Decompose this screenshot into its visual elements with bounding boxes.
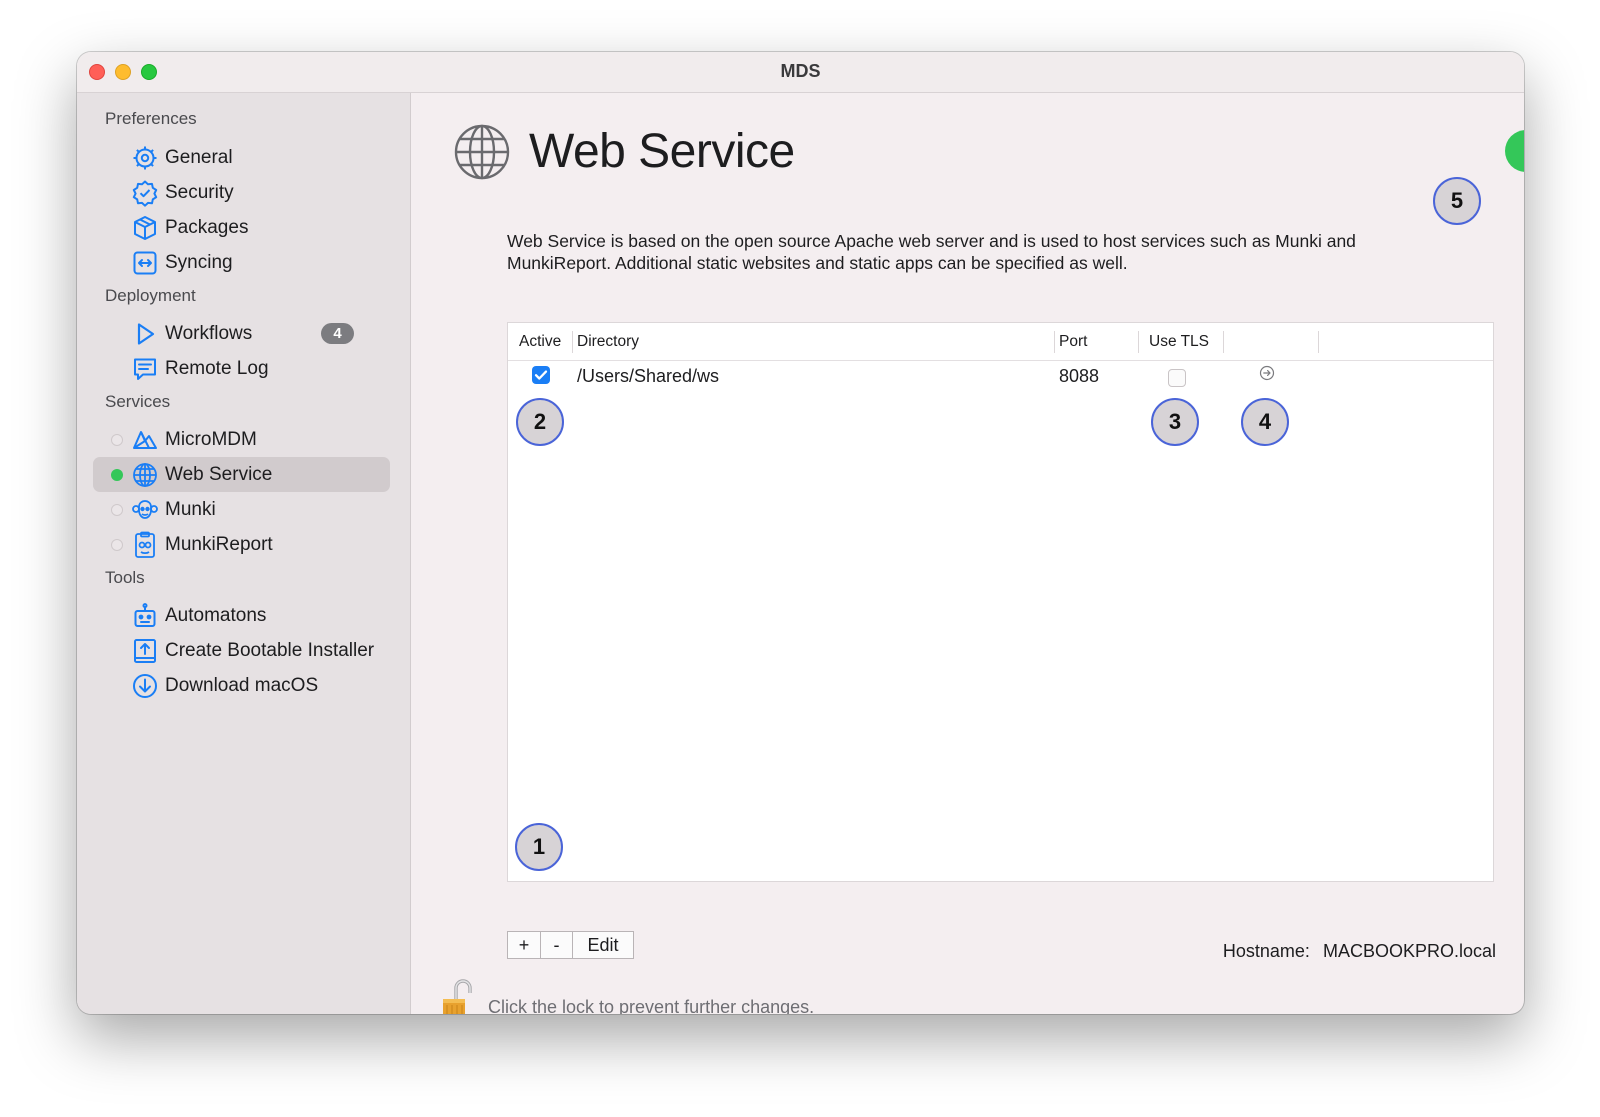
- robot-icon: [134, 603, 156, 627]
- title-bar: MDS: [77, 52, 1524, 93]
- directory-cell: /Users/Shared/ws: [577, 366, 720, 386]
- sidebar-item-label: Create Bootable Installer: [165, 640, 375, 661]
- app-window: MDS Preferences General Security Package…: [77, 52, 1524, 1014]
- port-cell: 8088: [1059, 366, 1100, 386]
- lock-message: Click the lock to prevent further change…: [488, 997, 815, 1014]
- sidebar: Preferences General Security Packages Sy…: [77, 93, 411, 1014]
- section-header-tools: Tools: [105, 568, 145, 587]
- column-header-active[interactable]: Active: [519, 323, 561, 360]
- globe-icon: [133, 463, 157, 487]
- sidebar-item-label: Security: [165, 182, 234, 203]
- callout-4: 4: [1241, 398, 1289, 446]
- remove-button[interactable]: -: [541, 932, 573, 958]
- status-indicator-on: [111, 469, 123, 481]
- munkireport-icon: [135, 531, 155, 558]
- sidebar-item-create-bootable-installer[interactable]: Create Bootable Installer: [93, 633, 390, 668]
- gear-icon: [133, 146, 157, 170]
- globe-icon: [454, 124, 510, 180]
- sidebar-item-label: Syncing: [165, 252, 233, 273]
- sidebar-item-label: Automatons: [165, 605, 267, 626]
- callout-2: 2: [516, 398, 564, 446]
- callout-3: 3: [1151, 398, 1199, 446]
- status-indicator-off: [111, 504, 123, 516]
- download-icon: [133, 674, 157, 698]
- sidebar-item-label: Workflows: [165, 323, 253, 344]
- section-header-deployment: Deployment: [105, 286, 196, 305]
- column-separator: [1318, 331, 1319, 353]
- column-header-use-tls[interactable]: Use TLS: [1149, 323, 1209, 360]
- directory-table[interactable]: Active Directory Port Use TLS /Users/Sha…: [507, 322, 1494, 882]
- workflows-count-badge: 4: [321, 323, 354, 344]
- hostname-value: MACBOOKPRO.local: [1322, 941, 1496, 961]
- window-title: MDS: [780, 61, 821, 81]
- status-indicator-off: [111, 434, 123, 446]
- sidebar-item-workflows[interactable]: Workflows 4: [93, 316, 390, 351]
- edit-button[interactable]: Edit: [573, 932, 633, 958]
- sidebar-item-label: Download macOS: [165, 675, 319, 696]
- sidebar-item-micromdm[interactable]: MicroMDM: [93, 422, 390, 457]
- add-button[interactable]: +: [508, 932, 541, 958]
- sync-icon: [133, 251, 157, 275]
- sidebar-item-label: MicroMDM: [165, 429, 257, 450]
- sidebar-item-label: Packages: [165, 217, 249, 238]
- installer-icon: [134, 639, 156, 663]
- service-enable-toggle[interactable]: [1505, 130, 1524, 172]
- use-tls-checkbox[interactable]: [1168, 369, 1186, 387]
- sidebar-item-security[interactable]: Security: [93, 175, 390, 210]
- table-button-bar: + - Edit: [507, 931, 634, 959]
- page-title: Web Service: [529, 125, 795, 178]
- sidebar-item-automatons[interactable]: Automatons: [93, 598, 390, 633]
- main-panel: Web Service 5 Web Service is based on th…: [411, 93, 1524, 1014]
- sidebar-item-packages[interactable]: Packages: [93, 210, 390, 245]
- sidebar-item-label: Munki: [165, 499, 216, 520]
- shield-check-icon: [132, 180, 158, 207]
- column-separator: [1054, 331, 1055, 353]
- hostname-display: Hostname: MACBOOKPRO.local: [1223, 941, 1496, 962]
- sidebar-item-remote-log[interactable]: Remote Log: [93, 351, 390, 386]
- sidebar-item-general[interactable]: General: [93, 140, 390, 175]
- sidebar-item-label: MunkiReport: [165, 534, 273, 555]
- column-header-port[interactable]: Port: [1059, 323, 1087, 360]
- column-separator: [1223, 331, 1224, 353]
- column-header-directory[interactable]: Directory: [577, 323, 639, 360]
- column-separator: [572, 331, 573, 353]
- sidebar-item-munki[interactable]: Munki: [93, 492, 390, 527]
- column-separator: [1138, 331, 1139, 353]
- package-icon: [134, 216, 156, 240]
- unlocked-lock-icon[interactable]: [441, 979, 475, 1014]
- sidebar-item-label: Web Service: [165, 464, 273, 485]
- sidebar-item-download-macos[interactable]: Download macOS: [93, 668, 390, 703]
- sidebar-item-web-service[interactable]: Web Service: [93, 457, 390, 492]
- arrow-right-circle-icon[interactable]: [1259, 365, 1275, 381]
- active-checkbox[interactable]: [532, 366, 550, 384]
- play-icon: [137, 323, 155, 345]
- sidebar-item-label: General: [165, 147, 233, 168]
- hostname-label: Hostname:: [1222, 941, 1310, 961]
- munki-icon: [132, 500, 158, 519]
- sidebar-item-label: Remote Log: [165, 358, 269, 379]
- micromdm-icon: [133, 431, 157, 449]
- sidebar-item-syncing[interactable]: Syncing: [93, 245, 390, 280]
- checkmark-icon: [534, 370, 548, 380]
- message-icon: [134, 358, 156, 380]
- service-description: Web Service is based on the open source …: [507, 231, 1356, 273]
- callout-5: 5: [1433, 177, 1481, 225]
- status-indicator-off: [111, 539, 123, 551]
- section-header-services: Services: [105, 392, 171, 411]
- callout-1: 1: [515, 823, 563, 871]
- sidebar-item-munkireport[interactable]: MunkiReport: [93, 527, 390, 562]
- section-header-preferences: Preferences: [105, 109, 197, 128]
